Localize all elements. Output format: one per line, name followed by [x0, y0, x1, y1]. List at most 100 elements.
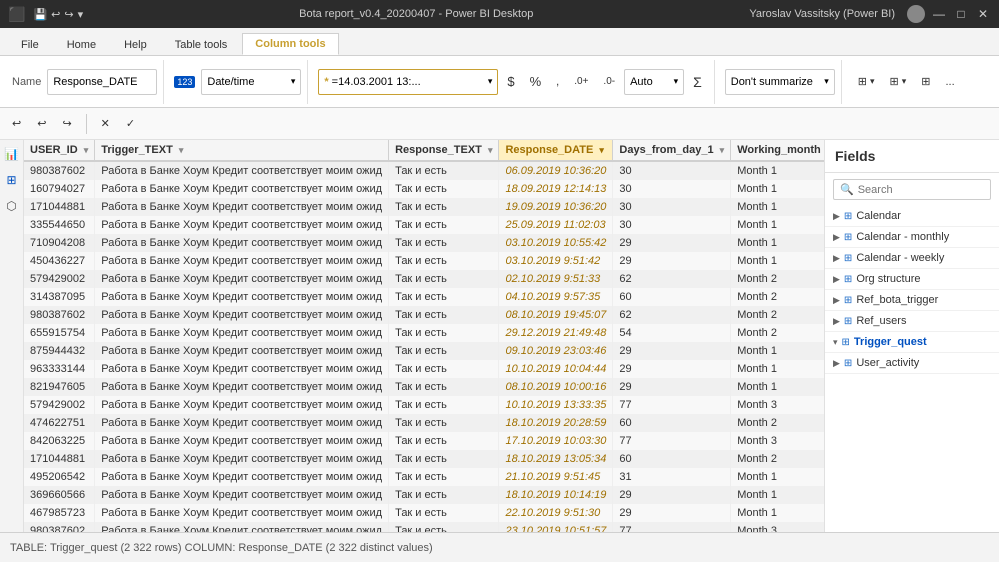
field-group-header-calendar-weekly[interactable]: ▶⊞Calendar - weekly: [825, 248, 999, 268]
table-header-row: USER_ID ▾ Trigger_TEXT ▾ Response_TEXT ▾…: [24, 140, 824, 161]
table-row: 980387602Работа в Банке Хоум Кредит соот…: [24, 522, 824, 532]
field-group-calendar-weekly: ▶⊞Calendar - weekly: [825, 248, 999, 269]
search-icon: 🔍: [840, 183, 854, 196]
tab-table-tools[interactable]: Table tools: [162, 34, 241, 55]
field-group-header-ref-bota-trigger[interactable]: ▶⊞Ref_bota_trigger: [825, 290, 999, 310]
col-header-working-month[interactable]: Working_month ▾: [731, 140, 824, 161]
title-bar: ⬛ 💾 ↩ ↪ ▾ Bota report_v0.4_20200407 - Po…: [0, 0, 999, 28]
tab-file[interactable]: File: [8, 34, 52, 55]
data-table: USER_ID ▾ Trigger_TEXT ▾ Response_TEXT ▾…: [24, 140, 824, 532]
decimal-increase-button[interactable]: .0+: [568, 72, 594, 91]
status-bar: TABLE: Trigger_quest (2 322 rows) COLUMN…: [0, 532, 999, 562]
undo-icon[interactable]: ↩: [51, 8, 60, 21]
table-row: 160794027Работа в Банке Хоум Кредит соот…: [24, 180, 824, 198]
view-button-3[interactable]: ⊞: [915, 71, 936, 92]
field-group-header-user-activity[interactable]: ▶ ⊞ User_activity: [825, 353, 999, 373]
field-group-user-activity: ▶ ⊞ User_activity: [825, 353, 999, 374]
tab-help[interactable]: Help: [111, 34, 160, 55]
toolbar-row: ↩ ↩ ↪ ✕ ✓: [0, 108, 999, 140]
field-group-ref-users: ▶⊞Ref_users: [825, 311, 999, 332]
table-row: 842063225Работа в Банке Хоум Кредит соот…: [24, 432, 824, 450]
ribbon-group-summarize: Don't summarize ▾: [719, 60, 842, 104]
formula-asterisk: *: [324, 76, 328, 88]
summarize-dropdown[interactable]: Don't summarize ▾: [725, 69, 835, 95]
maximize-button[interactable]: □: [953, 6, 969, 22]
chevron-icon: ▶: [833, 358, 840, 369]
table-row: 655915754Работа в Банке Хоум Кредит соот…: [24, 324, 824, 342]
chevron-icon: ▶: [833, 253, 840, 264]
table-row: 980387602Работа в Банке Хоум Кредит соот…: [24, 161, 824, 180]
data-view-icon[interactable]: ⊞: [2, 170, 22, 190]
report-view-icon[interactable]: 📊: [2, 144, 22, 164]
table-icon: ⊞: [844, 274, 852, 285]
field-group-label: Calendar - monthly: [856, 231, 949, 243]
chevron-icon: ▶: [833, 274, 840, 285]
close-button-toolbar[interactable]: ✕: [95, 114, 116, 133]
formula-dropdown-arrow: ▾: [488, 76, 493, 87]
divider: [86, 114, 87, 134]
field-group-trigger-quest: ▾⊞Trigger_quest: [825, 332, 999, 353]
save-icon[interactable]: 💾: [33, 8, 47, 21]
check-button[interactable]: ✓: [120, 114, 141, 133]
field-group-label: Ref_bota_trigger: [856, 294, 938, 306]
table-icon: ⊞: [844, 358, 852, 369]
col-header-response-text[interactable]: Response_TEXT ▾: [389, 140, 499, 161]
table-row: 963333144Работа в Банке Хоум Кредит соот…: [24, 360, 824, 378]
col-header-response-date[interactable]: Response_DATE ▾: [499, 140, 613, 161]
redo-button[interactable]: ↪: [56, 114, 77, 133]
table-row: 710904208Работа в Банке Хоум Кредит соот…: [24, 234, 824, 252]
format-dropdown-arrow: ▾: [674, 76, 679, 87]
table-row: 579429002Работа в Банке Хоум Кредит соот…: [24, 396, 824, 414]
close-button[interactable]: ✕: [975, 6, 991, 22]
field-group-header-calendar[interactable]: ▶ ⊞ Calendar: [825, 206, 999, 226]
redo-icon[interactable]: ↪: [64, 8, 73, 21]
title-bar-right: Yaroslav Vassitsky (Power BI) — □ ✕: [749, 5, 991, 23]
field-group-label: Calendar: [856, 210, 901, 222]
sigma-button[interactable]: Σ: [687, 70, 708, 94]
field-group-header-org-structure[interactable]: ▶ ⊞ Org structure: [825, 269, 999, 289]
status-text: TABLE: Trigger_quest (2 322 rows) COLUMN…: [10, 542, 433, 554]
user-avatar: [907, 5, 925, 23]
field-group-label: Org structure: [856, 273, 920, 285]
field-name-input[interactable]: Response_DATE: [47, 69, 157, 95]
app-window: ⬛ 💾 ↩ ↪ ▾ Bota report_v0.4_20200407 - Po…: [0, 0, 999, 562]
type-dropdown[interactable]: Date/time ▾: [201, 69, 301, 95]
field-group-header-calendar-monthly[interactable]: ▶⊞Calendar - monthly: [825, 227, 999, 247]
field-group-header-trigger-quest[interactable]: ▾⊞Trigger_quest: [825, 332, 999, 352]
undo-button-2[interactable]: ↩: [31, 114, 52, 133]
window-title: Bota report_v0.4_20200407 - Power BI Des…: [83, 8, 749, 20]
format-auto-dropdown[interactable]: Auto ▾: [624, 69, 684, 95]
currency-button[interactable]: $: [501, 70, 520, 93]
formula-bar[interactable]: * =14.03.2001 13:... ▾: [318, 69, 498, 95]
more-options-button[interactable]: ...: [939, 72, 960, 92]
table-icon: ⊞: [844, 316, 852, 327]
fields-search-input[interactable]: [858, 184, 984, 196]
ribbon-content: Name Response_DATE 123 Date/time ▾ * =14…: [0, 56, 999, 108]
comma-button[interactable]: ,: [550, 72, 565, 92]
table-icon: ⊞: [844, 211, 852, 222]
chevron-icon: ▶: [833, 211, 840, 222]
table-row: 171044881Работа в Банке Хоум Кредит соот…: [24, 198, 824, 216]
field-group-header-ref-users[interactable]: ▶⊞Ref_users: [825, 311, 999, 331]
decimal-decrease-button[interactable]: .0-: [597, 72, 621, 91]
view-button-1[interactable]: ⊞▾: [852, 71, 881, 92]
table-icon: ⊞: [844, 232, 852, 243]
fields-list: ▶ ⊞ Calendar ▶ ⊞ Calendar - monthly ▶⊞Calendar…: [825, 206, 999, 532]
fields-search-box[interactable]: 🔍: [833, 179, 991, 200]
chevron-icon: ▶: [833, 316, 840, 327]
minimize-button[interactable]: —: [931, 6, 947, 22]
model-view-icon[interactable]: ⬡: [2, 196, 22, 216]
field-group-label: User_activity: [856, 357, 919, 369]
ribbon-group-view: ⊞▾ ⊞▾ ⊞ ...: [846, 60, 967, 104]
col-header-days[interactable]: Days_from_day_1 ▾: [613, 140, 731, 161]
percent-button[interactable]: %: [524, 70, 548, 93]
tab-column-tools[interactable]: Column tools: [242, 33, 338, 55]
undo-button-1[interactable]: ↩: [6, 114, 27, 133]
table-row: 875944432Работа в Банке Хоум Кредит соот…: [24, 342, 824, 360]
col-header-trigger-text[interactable]: Trigger_TEXT ▾: [95, 140, 389, 161]
view-button-2[interactable]: ⊞▾: [884, 71, 913, 92]
dropdown-arrow: ▾: [291, 76, 296, 87]
col-header-user-id[interactable]: USER_ID ▾: [24, 140, 95, 161]
tab-home[interactable]: Home: [54, 34, 109, 55]
table-scroll-area[interactable]: USER_ID ▾ Trigger_TEXT ▾ Response_TEXT ▾…: [24, 140, 824, 532]
